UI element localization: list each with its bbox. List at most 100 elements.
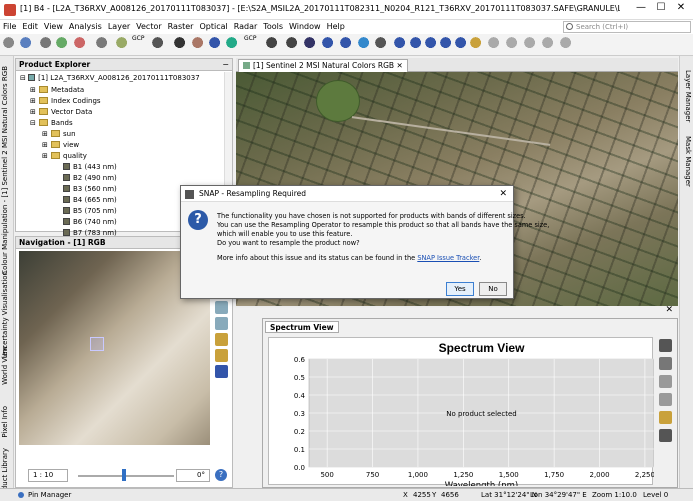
- graph-icon[interactable]: [116, 37, 130, 51]
- polyline-tool-icon[interactable]: [286, 37, 300, 51]
- spectrum-tab[interactable]: Spectrum View: [265, 321, 339, 333]
- close-product-icon[interactable]: [40, 37, 54, 51]
- product-node[interactable]: ⊟ [1] L2A_T36RXV_A008126_20170111T083037: [20, 73, 200, 83]
- ellipse-tool-icon[interactable]: [340, 37, 354, 51]
- right-side-tab-0[interactable]: Layer Manager: [684, 70, 692, 122]
- cursor-sync-icon[interactable]: [659, 357, 672, 370]
- nav-sync-icon[interactable]: [215, 349, 228, 362]
- menu-view[interactable]: View: [41, 20, 66, 34]
- side-tab-1[interactable]: Pixel Info: [1, 406, 9, 438]
- band-item[interactable]: B5 (705 nm): [54, 206, 117, 216]
- tile-horizontal-icon[interactable]: [488, 37, 502, 51]
- menu-analysis[interactable]: Analysis: [66, 20, 105, 34]
- nav-zoom-all-icon[interactable]: [215, 333, 228, 346]
- spectrum-close-icon[interactable]: ✕: [665, 305, 673, 315]
- pin-spectra-icon[interactable]: [659, 375, 672, 388]
- gcp-tool-icon[interactable]: [152, 37, 166, 51]
- nav-zoom-in-icon[interactable]: [215, 301, 228, 314]
- select-tool-icon[interactable]: [174, 37, 188, 51]
- expand-icon[interactable]: ⊞: [30, 85, 39, 95]
- rotation-field[interactable]: 0°: [176, 469, 210, 482]
- nav-sync-cursor-icon[interactable]: [215, 365, 228, 378]
- zoom-slider-thumb[interactable]: [122, 469, 127, 481]
- side-tab-3[interactable]: Uncertainty Visualisation: [1, 271, 9, 358]
- viewport-rectangle[interactable]: [90, 337, 104, 351]
- tree-folder-metadata[interactable]: ⊞ Metadata: [30, 85, 84, 95]
- menu-file[interactable]: File: [0, 20, 19, 34]
- tree-folder-bands[interactable]: ⊟ Bands: [30, 118, 73, 128]
- settings-icon[interactable]: [96, 37, 110, 51]
- yes-button[interactable]: Yes: [446, 282, 474, 296]
- zoom-field[interactable]: 1 : 10: [28, 469, 68, 482]
- band-item[interactable]: B1 (443 nm): [54, 162, 117, 172]
- pin-manager-label[interactable]: Pin Manager: [28, 489, 71, 501]
- menu-radar[interactable]: Radar: [231, 20, 261, 34]
- search-input[interactable]: Search (Ctrl+I): [563, 21, 691, 33]
- open-product-icon[interactable]: [20, 37, 34, 51]
- export-icon[interactable]: [659, 429, 672, 442]
- expand-icon[interactable]: ⊞: [30, 107, 39, 117]
- filter-icon[interactable]: [659, 339, 672, 352]
- pin-manager-icon[interactable]: [18, 492, 24, 498]
- tree-folder-sun[interactable]: ⊞ sun: [42, 129, 76, 139]
- band-item[interactable]: B2 (490 nm): [54, 173, 117, 183]
- zoom-spectrum-icon[interactable]: [659, 393, 672, 406]
- collapse-icon[interactable]: ⊟: [20, 74, 28, 82]
- expand-icon[interactable]: ⊞: [42, 140, 51, 150]
- no-button[interactable]: No: [479, 282, 507, 296]
- layer-icon[interactable]: [74, 37, 88, 51]
- scatter-plot-icon[interactable]: [410, 37, 424, 51]
- expand-icon[interactable]: ⊞: [30, 96, 39, 106]
- menu-help[interactable]: Help: [324, 20, 348, 34]
- menu-tools[interactable]: Tools: [260, 20, 286, 34]
- window-icon[interactable]: [560, 37, 574, 51]
- expand-icon[interactable]: ⊞: [42, 129, 51, 139]
- tree-folder-index-codings[interactable]: ⊞ Index Codings: [30, 96, 101, 106]
- menu-layer[interactable]: Layer: [105, 20, 133, 34]
- tree-folder-quality[interactable]: ⊞ quality: [42, 151, 87, 161]
- menu-window[interactable]: Window: [286, 20, 324, 34]
- tile-evenly-icon[interactable]: [524, 37, 538, 51]
- statistics-icon[interactable]: [440, 37, 454, 51]
- dialog-close-button[interactable]: ✕: [499, 189, 507, 199]
- pan-tool-icon[interactable]: [192, 37, 206, 51]
- band-item[interactable]: B6 (740 nm): [54, 217, 117, 227]
- information-icon[interactable]: [455, 37, 469, 51]
- spectrum-icon[interactable]: [470, 37, 484, 51]
- expand-icon[interactable]: ⊞: [42, 151, 51, 161]
- gcp-icon[interactable]: GCP: [132, 35, 146, 51]
- product-explorer-close-icon[interactable]: −: [222, 60, 229, 69]
- new-product-icon[interactable]: [3, 37, 17, 51]
- close-tab-icon[interactable]: ✕: [396, 61, 402, 70]
- help-icon[interactable]: ?: [215, 469, 227, 481]
- menu-raster[interactable]: Raster: [165, 20, 197, 34]
- histogram-icon[interactable]: [394, 37, 408, 51]
- band-item[interactable]: B3 (560 nm): [54, 184, 117, 194]
- tree-folder-view[interactable]: ⊞ view: [42, 140, 79, 150]
- range-finder-icon[interactable]: [375, 37, 389, 51]
- menu-vector[interactable]: Vector: [133, 20, 165, 34]
- line-tool-icon[interactable]: [266, 37, 280, 51]
- rectangle-tool-icon[interactable]: [304, 37, 318, 51]
- minimize-button[interactable]: —: [633, 2, 649, 16]
- reopen-icon[interactable]: [56, 37, 70, 51]
- right-side-tab-1[interactable]: Mask Manager: [684, 136, 692, 187]
- menu-edit[interactable]: Edit: [19, 20, 41, 34]
- nav-zoom-out-icon[interactable]: [215, 317, 228, 330]
- profile-plot-icon[interactable]: [425, 37, 439, 51]
- polygon-tool-icon[interactable]: [322, 37, 336, 51]
- tile-vertical-icon[interactable]: [506, 37, 520, 51]
- magic-wand-icon[interactable]: [358, 37, 372, 51]
- maximize-button[interactable]: ☐: [653, 2, 669, 16]
- tab-natural-colors[interactable]: [1] Sentinel 2 MSI Natural Colors RGB ✕: [238, 59, 408, 72]
- band-item[interactable]: B4 (665 nm): [54, 195, 117, 205]
- expand-icon[interactable]: ⊟: [30, 118, 39, 128]
- pin-tool-icon[interactable]: [226, 37, 240, 51]
- menu-optical[interactable]: Optical: [196, 20, 230, 34]
- tile-single-icon[interactable]: [542, 37, 556, 51]
- gcp-add-icon[interactable]: GCP: [244, 35, 258, 51]
- zoom-tool-icon[interactable]: [209, 37, 223, 51]
- close-window-button[interactable]: ✕: [673, 2, 689, 16]
- issue-tracker-link[interactable]: SNAP Issue Tracker: [417, 254, 479, 262]
- tree-folder-vector-data[interactable]: ⊞ Vector Data: [30, 107, 92, 117]
